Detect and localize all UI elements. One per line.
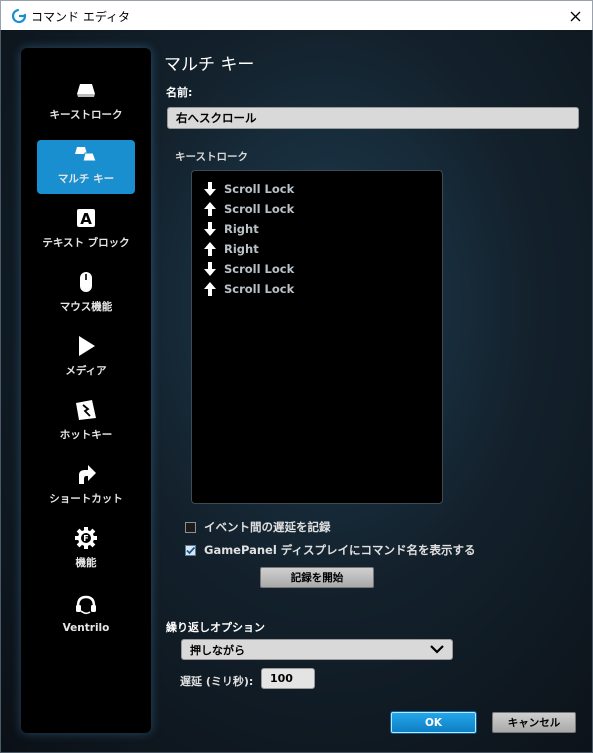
sidebar-item-label: メディア — [65, 365, 107, 377]
keystroke-key: Right — [224, 242, 259, 256]
close-button[interactable] — [558, 1, 592, 31]
arrow-down-icon — [204, 222, 216, 236]
sidebar-item-hotkey[interactable]: ホットキー — [37, 396, 135, 450]
keystroke-row[interactable]: Scroll Lock — [192, 259, 442, 279]
sidebar-item-shortcut[interactable]: ショートカット — [37, 460, 135, 514]
keystroke-row[interactable]: Right — [192, 219, 442, 239]
logitech-g-icon — [11, 8, 27, 24]
name-input[interactable] — [167, 107, 579, 129]
title-bar: コマンド エディタ — [0, 0, 593, 30]
start-recording-button[interactable]: 記録を開始 — [260, 567, 374, 588]
keystroke-key: Scroll Lock — [224, 262, 295, 276]
show-command-name-label: GamePanel ディスプレイにコマンド名を表示する — [204, 543, 476, 557]
repeat-option-value: 押しながら — [190, 643, 245, 657]
sidebar-item-mouse-function[interactable]: マウス機能 — [37, 268, 135, 322]
sidebar-item-label: ショートカット — [49, 493, 123, 505]
keystroke-key: Scroll Lock — [224, 182, 295, 196]
arrow-down-icon — [204, 182, 216, 196]
sidebar-item-label: テキスト ブロック — [42, 237, 130, 249]
ok-button[interactable]: OK — [391, 712, 476, 733]
arrow-up-icon — [204, 242, 216, 256]
text-block-icon: A — [77, 209, 95, 228]
keystroke-row[interactable]: Scroll Lock — [192, 279, 442, 299]
hotkey-icon — [76, 400, 96, 420]
name-label: 名前: — [166, 86, 193, 99]
repeat-option-select[interactable]: 押しながら — [181, 639, 453, 660]
sidebar-item-label: マルチ キー — [57, 173, 115, 185]
cancel-button[interactable]: キャンセル — [492, 712, 576, 733]
delay-input[interactable] — [261, 668, 315, 689]
sidebar-item-multi-key[interactable]: マルチ キー — [37, 140, 135, 194]
sidebar-item-media[interactable]: メディア — [37, 332, 135, 386]
multi-key-icon — [75, 147, 97, 162]
keystroke-row[interactable]: Right — [192, 239, 442, 259]
function-gear-icon: F — [75, 527, 97, 549]
sidebar-item-text-block[interactable]: A テキスト ブロック — [37, 204, 135, 258]
delay-label: 遅延 (ミリ秒): — [180, 675, 254, 688]
keystroke-key: Scroll Lock — [224, 282, 295, 296]
sidebar-item-label: キーストローク — [49, 109, 123, 121]
editor-client-area: キーストローク マルチ キー A テキスト ブロック マウス機能 メディア ホッ… — [0, 30, 593, 753]
window-title: コマンド エディタ — [31, 10, 130, 24]
sidebar-item-label: ホットキー — [59, 429, 113, 441]
svg-text:A: A — [80, 210, 92, 228]
arrow-up-icon — [204, 202, 216, 216]
sidebar-item-label: マウス機能 — [59, 301, 113, 313]
chevron-down-icon — [430, 645, 444, 654]
svg-text:F: F — [83, 534, 88, 543]
sidebar-item-ventrilo[interactable]: Ventrilo — [37, 588, 135, 642]
close-icon — [570, 11, 580, 21]
shortcut-arrow-icon — [79, 465, 96, 484]
keystroke-row[interactable]: Scroll Lock — [192, 179, 442, 199]
arrow-down-icon — [204, 262, 216, 276]
keystroke-list-label: キーストローク — [175, 151, 248, 163]
keystroke-key: Scroll Lock — [224, 202, 295, 216]
play-icon — [79, 336, 95, 356]
repeat-options-label: 繰り返しオプション — [166, 621, 265, 634]
mouse-icon — [80, 272, 92, 292]
sidebar-item-label: 機能 — [75, 557, 97, 569]
record-delay-checkbox[interactable] — [185, 521, 196, 533]
sidebar-item-keystroke[interactable]: キーストローク — [37, 76, 135, 130]
keystroke-list[interactable]: Scroll Lock Scroll Lock Right Right Scro… — [191, 170, 443, 504]
keystroke-row[interactable]: Scroll Lock — [192, 199, 442, 219]
sidebar-item-function[interactable]: F 機能 — [37, 524, 135, 578]
arrow-up-icon — [204, 282, 216, 296]
key-icon — [77, 84, 95, 97]
show-command-name-checkbox[interactable] — [185, 544, 196, 556]
checkmark-icon — [186, 546, 196, 554]
record-delay-label: イベント間の遅延を記録 — [204, 520, 331, 534]
keystroke-key: Right — [224, 222, 259, 236]
headset-icon — [76, 595, 96, 615]
show-command-name-checkbox-row[interactable]: GamePanel ディスプレイにコマンド名を表示する — [185, 542, 476, 558]
record-delay-checkbox-row[interactable]: イベント間の遅延を記録 — [185, 519, 331, 535]
page-title: マルチ キー — [164, 55, 255, 75]
command-type-sidebar: キーストローク マルチ キー A テキスト ブロック マウス機能 メディア ホッ… — [21, 48, 151, 733]
sidebar-item-label: Ventrilo — [62, 622, 110, 634]
